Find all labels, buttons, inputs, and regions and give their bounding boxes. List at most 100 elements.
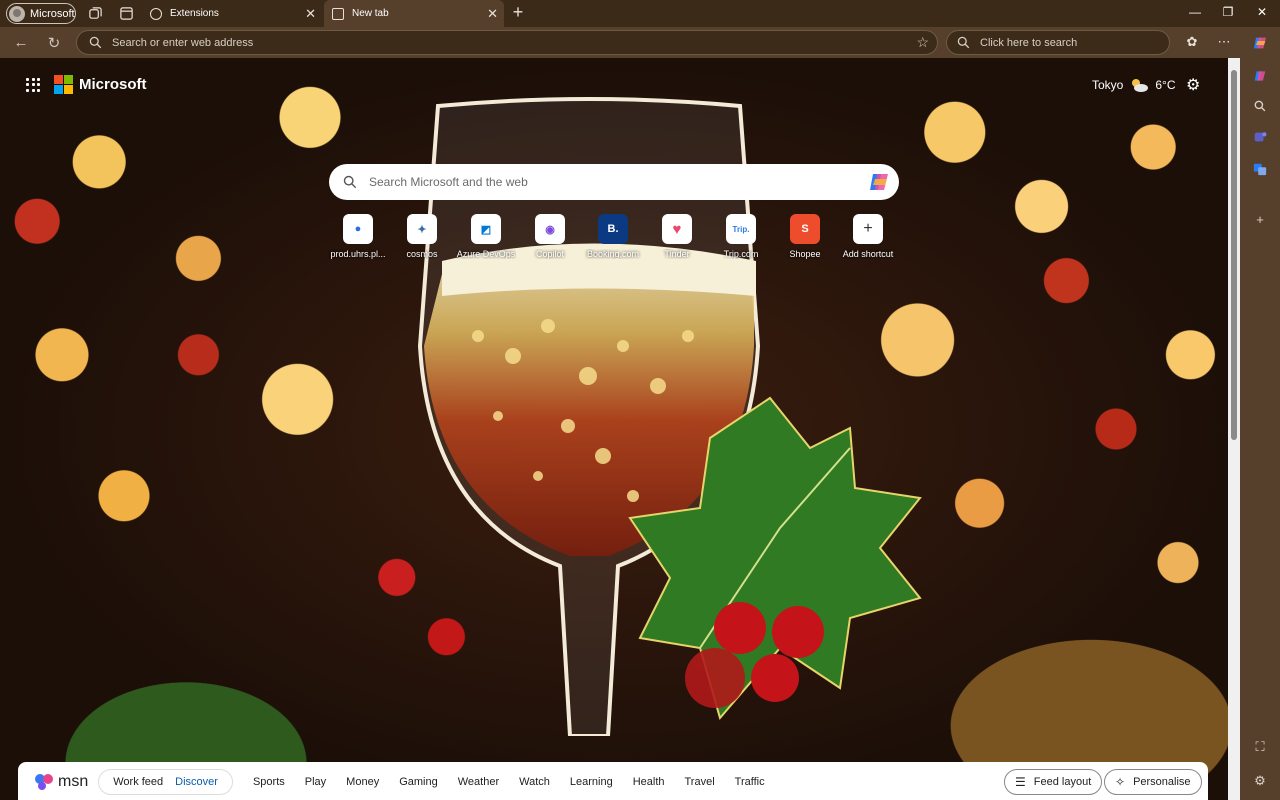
favorites-icon[interactable]: ✿	[1183, 34, 1201, 50]
shortcut-tile[interactable]: ◉ Copilot	[520, 214, 580, 259]
tab-label: New tab	[352, 8, 389, 19]
favorite-star-icon[interactable]: ☆	[916, 34, 929, 51]
copilot-app-icon[interactable]	[1251, 67, 1269, 85]
feed-layout-label: Feed layout	[1033, 776, 1092, 788]
personalise-label: Personalise	[1133, 776, 1191, 788]
tab-actions-icon[interactable]	[119, 6, 134, 21]
feed-tabs: Work feed Discover	[98, 769, 233, 795]
teams-icon[interactable]	[1251, 128, 1269, 146]
search-icon[interactable]	[1251, 97, 1269, 115]
minimize-button[interactable]: —	[1187, 5, 1203, 19]
weather-temp: 6°C	[1155, 78, 1176, 92]
copilot-sidebar-icon[interactable]	[1251, 34, 1269, 52]
shortcut-label: Copilot	[535, 249, 564, 259]
sliders-icon: ☰	[1015, 775, 1026, 789]
tab-discover[interactable]: Discover	[169, 776, 224, 788]
close-window-button[interactable]: ✕	[1254, 5, 1270, 19]
shortcut-icon: ◩	[471, 214, 501, 244]
copilot-icon[interactable]	[867, 170, 891, 194]
tab-extensions[interactable]: Extensions ✕	[142, 0, 322, 27]
category-watch[interactable]: Watch	[509, 776, 560, 788]
search-icon	[89, 36, 102, 49]
shortcut-label: Add shortcut	[842, 249, 894, 259]
feed-layout-button[interactable]: ☰ Feed layout	[1004, 769, 1103, 795]
shortcut-label: Tinder	[664, 249, 690, 259]
puzzle-icon	[150, 7, 162, 20]
tab-new-tab[interactable]: New tab ✕	[324, 0, 504, 27]
shortcut-icon: ✦	[407, 214, 437, 244]
page-icon	[332, 7, 344, 20]
tab-work-feed[interactable]: Work feed	[107, 776, 169, 788]
shortcut-tile[interactable]: ✦ cosmos	[392, 214, 452, 259]
add-sidebar-app-icon[interactable]: +	[1251, 210, 1269, 228]
shortcut-icon: ●	[343, 214, 373, 244]
app-launcher-icon[interactable]	[26, 77, 40, 92]
title-bar: Microsoft Extensions ✕ New tab ✕ + — ❐ ✕	[0, 0, 1280, 27]
shortcut-label: prod.uhrs.pl...	[330, 249, 386, 259]
profile-button[interactable]: Microsoft	[6, 3, 76, 24]
shortcut-label: Trip.com	[723, 249, 759, 259]
search-icon	[343, 175, 357, 189]
category-weather[interactable]: Weather	[448, 776, 509, 788]
ntp-search-box[interactable]: Search Microsoft and the web	[329, 164, 899, 200]
page-settings-gear-icon[interactable]: ⚙	[1186, 75, 1200, 95]
shortcut-icon: S	[790, 214, 820, 244]
msn-brand[interactable]: msn	[34, 773, 88, 791]
add-shortcut-button[interactable]: + Add shortcut	[838, 214, 898, 259]
category-health[interactable]: Health	[623, 776, 675, 788]
address-placeholder: Search or enter web address	[112, 36, 254, 49]
ntp-search-placeholder: Search Microsoft and the web	[369, 175, 528, 189]
personalise-button[interactable]: ✧ Personalise	[1104, 769, 1202, 795]
new-tab-button[interactable]: +	[509, 2, 527, 23]
sparkle-icon: ✧	[1115, 775, 1126, 789]
category-travel[interactable]: Travel	[675, 776, 725, 788]
microsoft-logo	[54, 75, 73, 94]
msn-butterfly-icon	[35, 774, 53, 790]
address-bar[interactable]: Search or enter web address ☆	[76, 30, 938, 55]
shortcut-label: Azure DevOps	[456, 249, 516, 259]
category-money[interactable]: Money	[336, 776, 389, 788]
profile-label: Microsoft	[30, 7, 75, 20]
shortcut-label: Booking.com	[586, 249, 640, 259]
msn-label: msn	[58, 773, 89, 790]
edge-sidebar: + ⛶ ⚙	[1240, 27, 1280, 800]
msn-feed-bar: msn Work feed Discover Sports Play Money…	[18, 762, 1208, 800]
shortcut-label: Shopee	[789, 249, 821, 259]
partly-cloudy-icon	[1132, 79, 1149, 92]
shortcut-tile[interactable]: S Shopee	[775, 214, 835, 259]
translator-icon[interactable]	[1251, 160, 1269, 178]
restore-button[interactable]: ❐	[1220, 5, 1236, 19]
sidebar-settings-gear-icon[interactable]: ⚙	[1251, 772, 1269, 790]
ms-header: Microsoft	[26, 75, 147, 94]
page-scrollbar[interactable]	[1228, 58, 1240, 800]
close-icon[interactable]: ✕	[487, 6, 498, 22]
shortcut-icon: B.	[598, 214, 628, 244]
category-sports[interactable]: Sports	[243, 776, 295, 788]
web-search-box[interactable]: Click here to search	[946, 30, 1170, 55]
shortcut-tile[interactable]: Trip. Trip.com	[711, 214, 771, 259]
category-gaming[interactable]: Gaming	[389, 776, 448, 788]
new-tab-page: Microsoft Tokyo 6°C ⚙ Search Microsoft a…	[0, 58, 1240, 800]
workspaces-icon[interactable]	[88, 6, 103, 21]
category-learning[interactable]: Learning	[560, 776, 623, 788]
refresh-button[interactable]: ↻	[45, 34, 63, 52]
scrollbar-thumb[interactable]	[1231, 70, 1237, 440]
weather-widget[interactable]: Tokyo 6°C	[1092, 77, 1176, 93]
category-traffic[interactable]: Traffic	[725, 776, 775, 788]
shortcut-tile[interactable]: B. Booking.com	[583, 214, 643, 259]
toolbar: ← ↻ Search or enter web address ☆ Click …	[0, 27, 1280, 58]
feed-categories: Sports Play Money Gaming Weather Watch L…	[243, 776, 775, 788]
close-icon[interactable]: ✕	[305, 6, 316, 22]
more-menu-icon[interactable]: ⋯	[1215, 34, 1233, 50]
shortcut-tile[interactable]: ● prod.uhrs.pl...	[328, 214, 388, 259]
shortcut-icon: Trip.	[726, 214, 756, 244]
avatar	[9, 5, 25, 22]
screenshot-icon[interactable]: ⛶	[1251, 738, 1269, 756]
back-button[interactable]: ←	[12, 34, 30, 51]
shortcut-label: cosmos	[406, 249, 438, 259]
search-placeholder: Click here to search	[980, 36, 1078, 49]
shortcut-tile[interactable]: ◩ Azure DevOps	[456, 214, 516, 259]
shortcut-tile[interactable]: ♥ Tinder	[647, 214, 707, 259]
category-play[interactable]: Play	[295, 776, 336, 788]
brand-name: Microsoft	[79, 76, 147, 93]
